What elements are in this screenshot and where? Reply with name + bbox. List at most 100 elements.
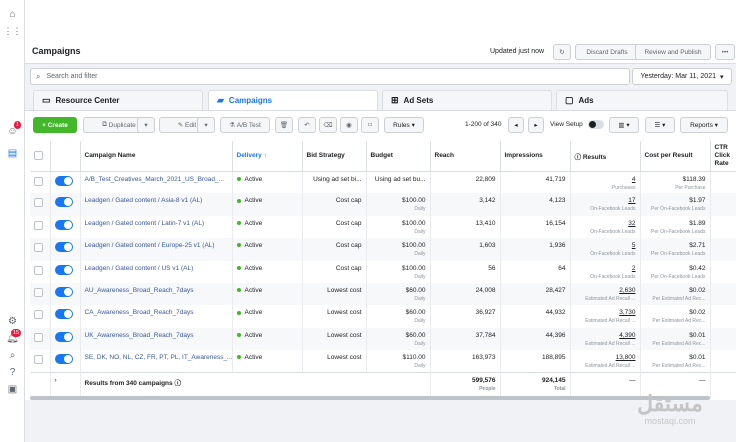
col-budget[interactable]: Budget — [366, 141, 431, 172]
campaign-toggle[interactable] — [54, 331, 73, 342]
report-icon[interactable]: ▣ — [6, 383, 19, 396]
results-value[interactable]: 32 — [628, 220, 635, 227]
more-button[interactable]: ••• — [715, 44, 735, 60]
budget-cell[interactable]: $100.00 Daily — [366, 215, 431, 239]
col-bid-strategy[interactable]: Bid Strategy — [302, 141, 367, 172]
search-icon[interactable]: ⌕ — [6, 349, 19, 362]
campaign-name-link[interactable]: Leadgen / Gated content / Asia-8 v1 (AL) — [80, 193, 233, 216]
date-range-picker[interactable]: Yesterday: Mar 11, 2021 ▾ — [632, 68, 732, 85]
help-icon[interactable]: ? — [6, 366, 19, 379]
budget-cell[interactable]: Using ad set bu... — [366, 171, 431, 194]
campaign-toggle[interactable] — [54, 242, 73, 253]
ab-test-button[interactable]: ⚗ A/B Test — [220, 117, 270, 133]
row-checkbox[interactable] — [34, 287, 43, 297]
select-all-checkbox[interactable] — [34, 150, 43, 160]
results-value[interactable]: 5 — [632, 242, 636, 249]
results-value[interactable]: 2,630 — [619, 287, 635, 294]
settings-gear-icon[interactable]: ⚙ — [6, 315, 19, 328]
campaign-name-link[interactable]: AU_Awareness_Broad_Reach_7days — [80, 282, 233, 306]
tab-ads[interactable]: ▢ Ads — [556, 90, 728, 110]
campaign-name-link[interactable]: Leadgen / Gated content / US v1 (AL) — [80, 260, 233, 283]
edit-dropdown[interactable]: ▾ — [197, 117, 215, 133]
col-campaign-name[interactable]: Campaign Name — [80, 141, 233, 172]
reports-button[interactable]: Reports ▾ — [680, 117, 728, 133]
campaign-toggle[interactable] — [54, 309, 73, 320]
table-row[interactable]: Leadgen / Gated content / Latin-7 v1 (AL… — [30, 215, 736, 239]
results-value[interactable]: 2 — [632, 265, 636, 272]
view-setup-toggle[interactable] — [588, 120, 604, 129]
col-results[interactable]: ⓘ Results — [570, 141, 641, 172]
prev-page-button[interactable]: ◂ — [508, 117, 524, 133]
discard-drafts-button[interactable]: Discard Drafts — [575, 44, 639, 60]
budget-cell[interactable]: $110.00 Daily — [366, 350, 431, 373]
campaign-name-link[interactable]: SE, DK, NO, NL, CZ, FR, PT, PL, IT_Aware… — [80, 350, 233, 373]
rules-button[interactable]: Rules ▾ — [384, 117, 424, 133]
home-icon[interactable]: ⌂ — [6, 8, 19, 21]
budget-cell[interactable]: $100.00 Daily — [366, 260, 431, 283]
preview-button[interactable]: ◉ — [340, 117, 358, 133]
campaign-toggle[interactable] — [54, 264, 73, 275]
table-row[interactable]: AU_Awareness_Broad_Reach_7days Active Lowe… — [30, 282, 736, 306]
horizontal-scrollbar[interactable] — [30, 396, 710, 400]
results-value[interactable]: 4,390 — [619, 332, 635, 339]
results-value[interactable]: 4 — [632, 176, 636, 183]
budget-cell[interactable]: $60.00 Daily — [366, 282, 431, 306]
budget-value: $100.00 — [402, 197, 426, 205]
row-checkbox[interactable] — [34, 220, 43, 230]
table-row[interactable]: Leadgen / Gated content / Asia-8 v1 (AL)… — [30, 193, 736, 216]
review-publish-button[interactable]: Review and Publish — [635, 44, 711, 60]
discard-button[interactable]: ⌫ — [319, 117, 337, 133]
campaign-toggle[interactable] — [54, 219, 73, 230]
campaign-toggle[interactable] — [54, 175, 73, 186]
tab-campaigns[interactable]: ▰ Campaigns — [208, 90, 378, 110]
tab-ad-sets[interactable]: ⊞ Ad Sets — [382, 90, 552, 110]
row-checkbox[interactable] — [34, 198, 43, 208]
apps-grid-icon[interactable]: ⋮⋮ — [4, 25, 22, 38]
col-impressions[interactable]: Impressions — [500, 141, 571, 172]
table-row[interactable]: Leadgen / Gated content / Europe-25 v1 (… — [30, 238, 736, 261]
expand-totals[interactable]: › — [50, 372, 81, 399]
row-checkbox[interactable] — [34, 310, 43, 320]
campaign-name-link[interactable]: CA_Awareness_Broad_Reach_7days — [80, 305, 233, 328]
col-reach[interactable]: Reach — [430, 141, 501, 172]
search-filter-bar[interactable]: ⌕ Search and filter — [30, 68, 630, 85]
tag-button[interactable]: ⌑ — [361, 117, 379, 133]
duplicate-dropdown[interactable]: ▾ — [137, 117, 155, 133]
row-checkbox[interactable] — [34, 332, 43, 342]
breakdown-button[interactable]: ☰ ▾ — [645, 117, 675, 133]
campaign-toggle[interactable] — [54, 354, 73, 365]
results-value[interactable]: 17 — [628, 197, 635, 204]
col-delivery[interactable]: Delivery ↑ — [232, 141, 303, 172]
row-checkbox[interactable] — [34, 355, 43, 365]
col-ctr[interactable]: CTR Click Rate — [710, 141, 736, 172]
campaign-name-link[interactable]: A/B_Test_Creatives_March_2021_US_Broad_.… — [80, 171, 233, 194]
row-checkbox[interactable] — [34, 265, 43, 275]
campaign-toggle[interactable] — [54, 197, 73, 208]
create-button[interactable]: + Create — [33, 117, 77, 133]
table-row[interactable]: A/B_Test_Creatives_March_2021_US_Broad_.… — [30, 171, 736, 194]
table-row[interactable]: UK_Awareness_Broad_Reach_7days Active Lowe… — [30, 327, 736, 351]
campaign-name-link[interactable]: Leadgen / Gated content / Europe-25 v1 (… — [80, 238, 233, 261]
table-row[interactable]: CA_Awareness_Broad_Reach_7days Active Lowe… — [30, 305, 736, 328]
columns-button[interactable]: ▥ ▾ — [609, 117, 639, 133]
campaign-name-link[interactable]: Leadgen / Gated content / Latin-7 v1 (AL… — [80, 215, 233, 239]
undo-button[interactable]: ↶ — [298, 117, 316, 133]
budget-cell[interactable]: $100.00 Daily — [366, 238, 431, 261]
results-value[interactable]: 13,800 — [616, 354, 636, 361]
next-page-button[interactable]: ▸ — [528, 117, 544, 133]
delete-button[interactable]: 🗑︎ — [275, 117, 293, 133]
campaign-toggle[interactable] — [54, 286, 73, 297]
refresh-button[interactable]: ↻ — [553, 44, 571, 60]
table-row[interactable]: SE, DK, NO, NL, CZ, FR, PT, PL, IT_Aware… — [30, 350, 736, 373]
row-checkbox[interactable] — [34, 243, 43, 253]
budget-cell[interactable]: $60.00 Daily — [366, 327, 431, 351]
campaign-name-link[interactable]: UK_Awareness_Broad_Reach_7days — [80, 327, 233, 351]
results-value[interactable]: 3,730 — [619, 309, 635, 316]
table-row[interactable]: Leadgen / Gated content / US v1 (AL) Acti… — [30, 260, 736, 283]
budget-cell[interactable]: $100.00 Daily — [366, 193, 431, 216]
row-checkbox[interactable] — [34, 176, 43, 186]
budget-cell[interactable]: $60.00 Daily — [366, 305, 431, 328]
tab-resource-center[interactable]: ▭ Resource Center — [33, 90, 203, 110]
col-cost-per-result[interactable]: Cost per Result — [640, 141, 711, 172]
campaigns-table-icon[interactable]: ▤ — [6, 147, 19, 160]
